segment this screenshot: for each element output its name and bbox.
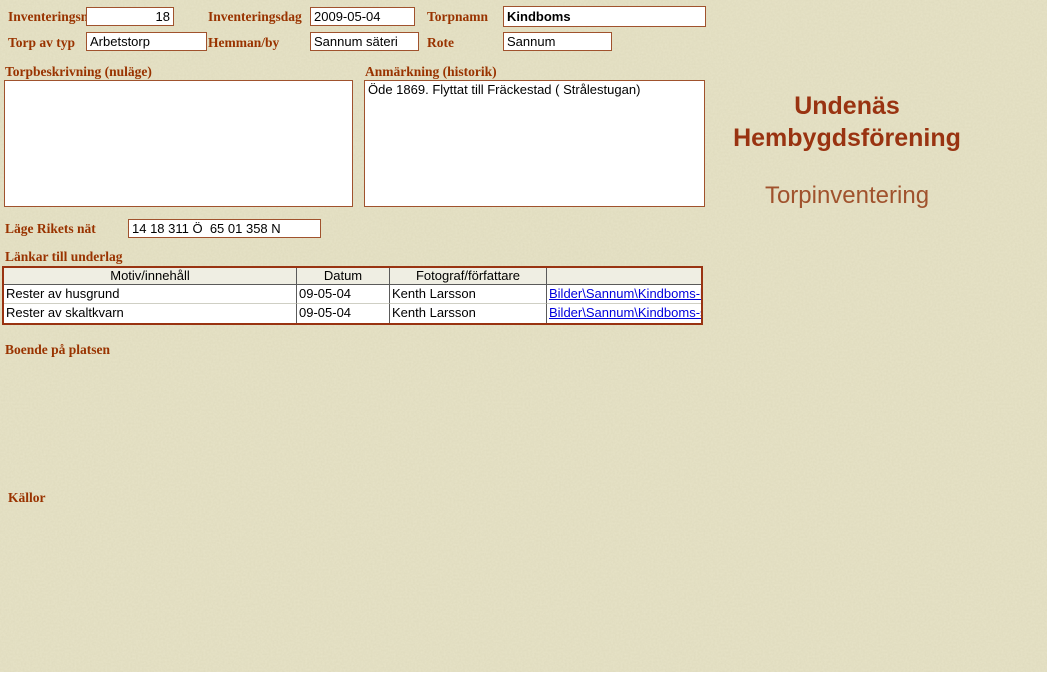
inventeringsnr-input[interactable] bbox=[86, 7, 174, 26]
boende-pa-platsen-heading: Boende på platsen bbox=[5, 342, 111, 357]
torpinventering-form-page: { "header": { "title_line1": "Undenäs", … bbox=[0, 0, 1047, 676]
anmarkning-label: Anmärkning (historik) bbox=[365, 64, 497, 79]
page-subtitle: Torpinventering bbox=[764, 182, 930, 209]
table-cell-link: Bilder\Sannum\Kindboms-h bbox=[547, 285, 701, 304]
table-cell-motiv: Rester av skaltkvarn bbox=[4, 304, 297, 323]
lankar-till-underlag-heading: Länkar till underlag bbox=[5, 249, 123, 264]
inventeringsnr-label: Inventeringsnr bbox=[8, 9, 95, 24]
underlag-table: Motiv/innehåll Datum Fotograf/författare… bbox=[2, 266, 703, 325]
page-title: Undenäs Hembygdsförening bbox=[701, 90, 993, 154]
table-cell-fotograf: Kenth Larsson bbox=[390, 285, 547, 304]
viewport-bottom-edge bbox=[0, 672, 1047, 676]
torp-av-typ-label: Torp av typ bbox=[8, 35, 76, 50]
column-header-link bbox=[547, 268, 701, 285]
table-cell-fotograf: Kenth Larsson bbox=[390, 304, 547, 323]
anmarkning-textarea[interactable]: Öde 1869. Flyttat till Fräckestad ( Strå… bbox=[364, 80, 705, 207]
column-header-fotograf: Fotograf/författare bbox=[390, 268, 547, 285]
torpnamn-label: Torpnamn bbox=[427, 9, 489, 24]
torp-av-typ-input[interactable] bbox=[86, 32, 207, 51]
kallor-heading: Källor bbox=[8, 490, 46, 505]
inventeringsdag-input[interactable] bbox=[310, 7, 415, 26]
torpbeskrivning-label: Torpbeskrivning (nuläge) bbox=[5, 64, 152, 79]
table-cell-link: Bilder\Sannum\Kindboms-s bbox=[547, 304, 701, 323]
page-title-line2: Hembygdsförening bbox=[733, 124, 961, 152]
bilder-link[interactable]: Bilder\Sannum\Kindboms-h bbox=[549, 286, 701, 301]
table-cell-datum: 09-05-04 bbox=[297, 285, 390, 304]
rote-label: Rote bbox=[427, 35, 454, 50]
hemman-by-input[interactable] bbox=[310, 32, 419, 51]
torpnamn-input[interactable] bbox=[503, 6, 706, 27]
column-header-datum: Datum bbox=[297, 268, 390, 285]
page-title-line1: Undenäs bbox=[794, 92, 900, 120]
hemman-by-label: Hemman/by bbox=[208, 35, 280, 50]
torpbeskrivning-textarea[interactable] bbox=[4, 80, 353, 207]
table-cell-motiv: Rester av husgrund bbox=[4, 285, 297, 304]
lage-rikets-nat-label: Läge Rikets nät bbox=[5, 221, 96, 236]
bilder-link[interactable]: Bilder\Sannum\Kindboms-s bbox=[549, 305, 701, 320]
table-cell-datum: 09-05-04 bbox=[297, 304, 390, 323]
lage-rikets-nat-input[interactable] bbox=[128, 219, 321, 238]
inventeringsdag-label: Inventeringsdag bbox=[208, 9, 302, 24]
column-header-motiv: Motiv/innehåll bbox=[4, 268, 297, 285]
rote-input[interactable] bbox=[503, 32, 612, 51]
